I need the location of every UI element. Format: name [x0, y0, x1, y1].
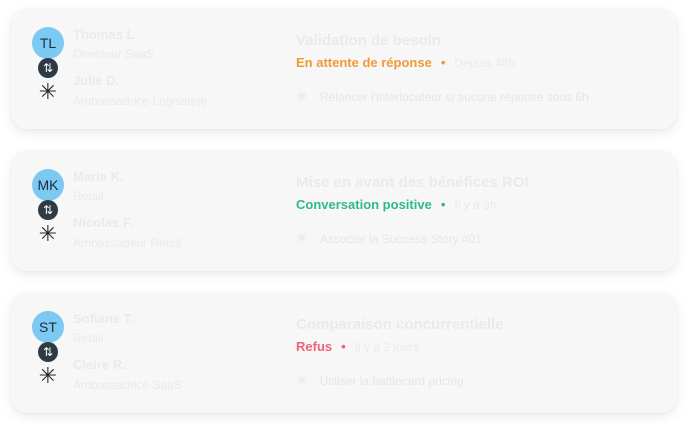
- ambassador-name: Julie D.: [73, 73, 120, 88]
- status-dot: •: [341, 339, 346, 354]
- card-title: Comparaison concurrentielle: [296, 316, 504, 333]
- status-dot: •: [440, 197, 446, 212]
- status-text: En attente de réponse: [296, 55, 432, 70]
- timestamp: Il y a 3h: [454, 197, 497, 212]
- sparkle-icon: ✳: [296, 88, 308, 104]
- conversation-card[interactable]: MK ⇅ ✳ Marie K. Retail Nicolas F. Ambass…: [11, 151, 677, 271]
- timestamp: Depuis 48h: [454, 55, 516, 70]
- sparkle-icon: ✳: [296, 372, 308, 388]
- card-title: Validation de besoin: [296, 32, 442, 49]
- action-text: Relancer l'interlocuteur si aucune répon…: [319, 89, 589, 104]
- status-line: Conversation positive • Il y a 3h: [296, 197, 496, 212]
- swap-arrows-icon: ⇅: [38, 200, 58, 220]
- prospect-role: Retail: [73, 189, 104, 203]
- prospect-name: Marie K.: [73, 169, 124, 184]
- prospect-name: Sofiane T.: [73, 311, 134, 326]
- ambassador-name: Claire R.: [73, 357, 126, 372]
- suggested-action[interactable]: ✳ Associer la Success Story #01: [296, 230, 482, 247]
- sparkle-icon: ✳: [296, 230, 308, 246]
- ambassador-role: Ambassadeur Retail: [73, 236, 182, 250]
- snowflake-icon: ✳: [38, 363, 58, 389]
- ambassador-name: Nicolas F.: [73, 215, 133, 230]
- prospect-role: Directeur SaaS: [73, 47, 155, 61]
- snowflake-icon: ✳: [38, 221, 58, 247]
- action-text: Associer la Success Story #01: [319, 231, 482, 246]
- conversation-card[interactable]: ST ⇅ ✳ Sofiane T. Retail Claire R. Ambas…: [11, 293, 677, 413]
- status-dot: •: [440, 55, 446, 70]
- card-title: Mise en avant des bénéfices ROI: [296, 174, 529, 191]
- ambassador-role: Ambassadrice SaaS: [73, 378, 182, 392]
- swap-arrows-icon: ⇅: [38, 342, 58, 362]
- avatar: MK: [32, 169, 64, 201]
- snowflake-icon: ✳: [38, 79, 58, 105]
- suggested-action[interactable]: ✳ Utiliser la battlecard pricing: [296, 372, 464, 389]
- avatar: TL: [32, 27, 64, 59]
- ambassador-role: Ambassadrice Logistique: [73, 94, 208, 108]
- action-text: Utiliser la battlecard pricing: [319, 373, 464, 388]
- status-text: Refus: [296, 339, 333, 354]
- status-text: Conversation positive: [296, 197, 432, 212]
- prospect-name: Thomas L.: [73, 27, 139, 42]
- swap-arrows-icon: ⇅: [38, 58, 58, 78]
- timestamp: Il y a 2 jours: [354, 339, 420, 354]
- status-line: Refus • Il y a 2 jours: [296, 339, 419, 354]
- suggested-action[interactable]: ✳ Relancer l'interlocuteur si aucune rép…: [296, 88, 589, 105]
- conversation-card[interactable]: TL ⇅ ✳ Thomas L. Directeur SaaS Julie D.…: [11, 9, 677, 129]
- prospect-role: Retail: [73, 331, 104, 345]
- avatar: ST: [32, 311, 64, 343]
- status-line: En attente de réponse • Depuis 48h: [296, 55, 515, 70]
